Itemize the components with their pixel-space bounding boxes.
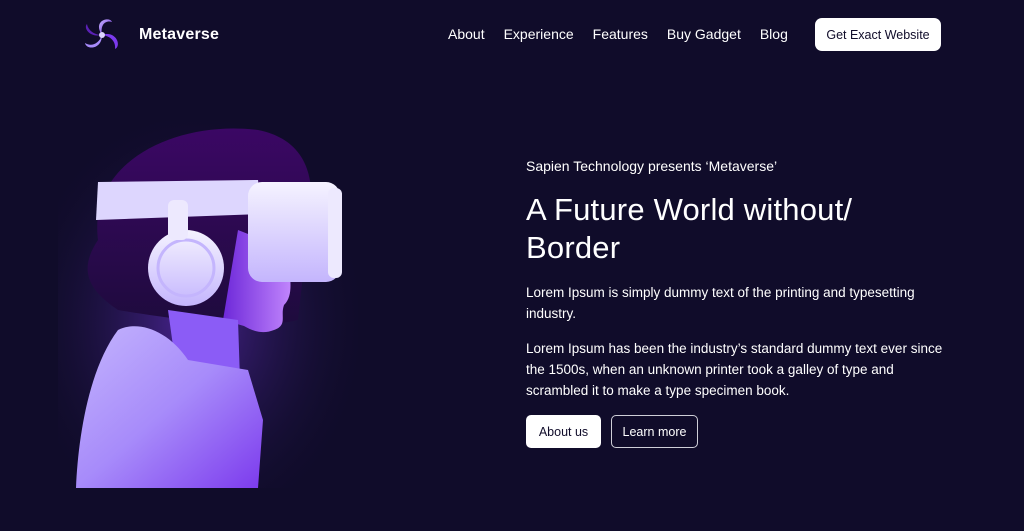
nav-link-features[interactable]: Features (593, 26, 648, 42)
hero-paragraph-2: Lorem Ipsum has been the industry’s stan… (526, 341, 943, 398)
get-exact-website-button[interactable]: Get Exact Website (815, 18, 941, 51)
site-header: Metaverse About Experience Features Buy … (0, 0, 1024, 70)
nav-link-buy-gadget[interactable]: Buy Gadget (667, 26, 741, 42)
hero-paragraph-1: Lorem Ipsum is simply dummy text of the … (526, 285, 915, 321)
metaverse-logo-icon (85, 19, 118, 49)
brand[interactable]: Metaverse (82, 16, 219, 54)
hero-headline: A Future World without/ Border (526, 191, 956, 267)
hero-headline-line1: A Future World without/ (526, 192, 853, 227)
landing-page: Metaverse About Experience Features Buy … (0, 0, 1024, 531)
nav-link-blog[interactable]: Blog (760, 26, 788, 42)
about-us-button[interactable]: About us (526, 415, 601, 448)
vr-headset-person-image (58, 120, 358, 488)
brand-name: Metaverse (139, 26, 220, 43)
hero-buttons: About us Learn more (526, 415, 956, 448)
learn-more-button[interactable]: Learn more (611, 415, 698, 448)
nav-link-about[interactable]: About (448, 26, 485, 42)
hero-content: Sapien Technology presents ‘Metaverse’ A… (526, 158, 956, 448)
hero-eyebrow: Sapien Technology presents ‘Metaverse’ (526, 158, 778, 174)
nav-link-experience[interactable]: Experience (504, 26, 574, 42)
main-nav: About Experience Features Buy Gadget Blo… (448, 26, 788, 42)
hero-headline-line2: Border (526, 230, 621, 265)
